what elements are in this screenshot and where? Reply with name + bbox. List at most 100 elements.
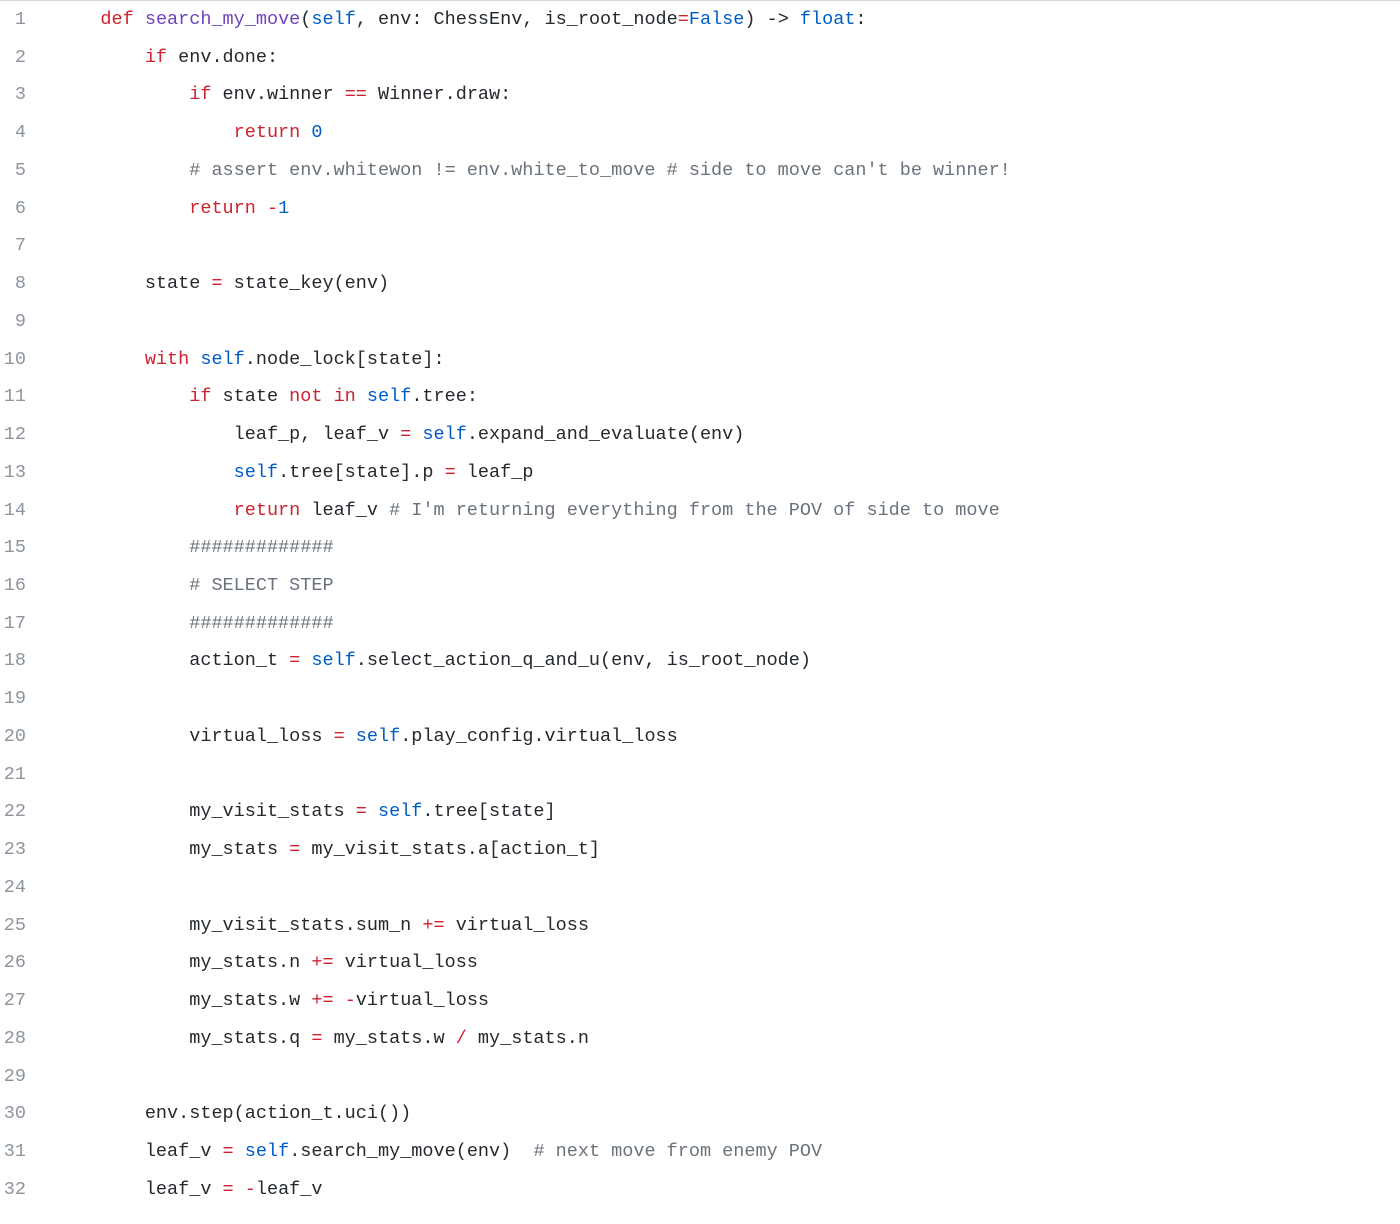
code-token: = [289, 650, 300, 671]
line-number: 3 [0, 76, 32, 114]
code-token: = [678, 9, 689, 30]
code-token: .play_config.virtual_loss [400, 726, 678, 747]
code-token: leaf_p, leaf_v [234, 424, 401, 445]
code-token [345, 726, 356, 747]
code-line: if state not in self.tree: [56, 378, 1400, 416]
code-token: .tree[state] [422, 801, 555, 822]
code-token: return [234, 122, 312, 143]
code-line: my_stats.w += -virtual_loss [56, 982, 1400, 1020]
line-number: 9 [0, 303, 32, 341]
code-token: = [289, 839, 300, 860]
code-token: my_stats.n [467, 1028, 589, 1049]
code-token: 0 [311, 122, 322, 143]
code-body[interactable]: def search_my_move(self, env: ChessEnv, … [42, 1, 1400, 1209]
code-token: False [689, 9, 745, 30]
code-token: leaf_v [145, 1141, 223, 1162]
code-token: my_visit_stats.a[action_t] [300, 839, 600, 860]
code-token: .tree: [411, 386, 478, 407]
line-number: 26 [0, 944, 32, 982]
code-token: = [223, 1141, 234, 1162]
code-token: = [400, 424, 411, 445]
code-line: my_visit_stats.sum_n += virtual_loss [56, 907, 1400, 945]
code-token: float [800, 9, 856, 30]
code-token: my_stats [189, 839, 289, 860]
code-line: my_stats = my_visit_stats.a[action_t] [56, 831, 1400, 869]
line-number-gutter: 1234567891011121314151617181920212223242… [0, 1, 42, 1209]
line-number: 20 [0, 718, 32, 756]
code-token: if [189, 84, 211, 105]
code-token: .search_my_move(env) [289, 1141, 533, 1162]
code-token: state_key(env) [223, 273, 390, 294]
line-number: 18 [0, 642, 32, 680]
line-number: 11 [0, 378, 32, 416]
code-token: = [211, 273, 222, 294]
code-token: virtual_loss [445, 915, 589, 936]
code-token: action_t [189, 650, 289, 671]
line-number: 31 [0, 1133, 32, 1171]
code-token: ) -> [744, 9, 800, 30]
code-token: state [145, 273, 212, 294]
code-token [411, 424, 422, 445]
code-token: .select_action_q_and_u(env, is_root_node… [356, 650, 811, 671]
code-token: leaf_v [300, 500, 389, 521]
code-token [367, 801, 378, 822]
code-line [56, 756, 1400, 794]
code-token [234, 1141, 245, 1162]
code-line: state = state_key(env) [56, 265, 1400, 303]
code-line: ############# [56, 605, 1400, 643]
line-number: 15 [0, 529, 32, 567]
code-line: my_stats.n += virtual_loss [56, 944, 1400, 982]
code-token: ( [300, 9, 311, 30]
line-number: 13 [0, 454, 32, 492]
code-token: == [345, 84, 367, 105]
code-token [300, 650, 311, 671]
code-token: def [100, 9, 144, 30]
code-line: leaf_v = -leaf_v [56, 1171, 1400, 1209]
code-token: self [356, 726, 400, 747]
code-token: self [311, 650, 355, 671]
code-token: # next move from enemy POV [533, 1141, 822, 1162]
code-token: .tree[state].p [278, 462, 445, 483]
code-line: return 0 [56, 114, 1400, 152]
code-token: Winner.draw: [367, 84, 511, 105]
code-token: env.winner [211, 84, 344, 105]
code-token: self [234, 462, 278, 483]
code-token: leaf_v [256, 1179, 323, 1200]
code-token: my_stats.n [189, 952, 311, 973]
code-token: return [189, 198, 267, 219]
code-token: env.step(action_t.uci()) [145, 1103, 411, 1124]
line-number: 6 [0, 190, 32, 228]
line-number: 10 [0, 341, 32, 379]
code-token: - [245, 1179, 256, 1200]
line-number: 16 [0, 567, 32, 605]
code-line: virtual_loss = self.play_config.virtual_… [56, 718, 1400, 756]
code-token: return [234, 500, 301, 521]
line-number: 27 [0, 982, 32, 1020]
code-line: self.tree[state].p = leaf_p [56, 454, 1400, 492]
code-line: return -1 [56, 190, 1400, 228]
line-number: 12 [0, 416, 32, 454]
code-token: : [855, 9, 866, 30]
code-token: leaf_v [145, 1179, 223, 1200]
line-number: 23 [0, 831, 32, 869]
line-number: 19 [0, 680, 32, 718]
line-number: 25 [0, 907, 32, 945]
line-number: 5 [0, 152, 32, 190]
code-token: with [145, 349, 201, 370]
code-token: .node_lock[state]: [245, 349, 445, 370]
code-token: # assert env.whitewon != env.white_to_mo… [189, 160, 1011, 181]
line-number: 22 [0, 793, 32, 831]
code-token: # I'm returning everything from the POV … [389, 500, 1000, 521]
line-number: 30 [0, 1095, 32, 1133]
code-token: if [189, 386, 211, 407]
code-line [56, 303, 1400, 341]
line-number: 21 [0, 756, 32, 794]
code-token: ############# [189, 537, 333, 558]
code-token: my_visit_stats [189, 801, 356, 822]
code-token: my_stats.w [322, 1028, 455, 1049]
code-token: .expand_and_evaluate(env) [467, 424, 745, 445]
code-line: leaf_p, leaf_v = self.expand_and_evaluat… [56, 416, 1400, 454]
line-number: 17 [0, 605, 32, 643]
code-token: if [145, 47, 167, 68]
code-line: env.step(action_t.uci()) [56, 1095, 1400, 1133]
